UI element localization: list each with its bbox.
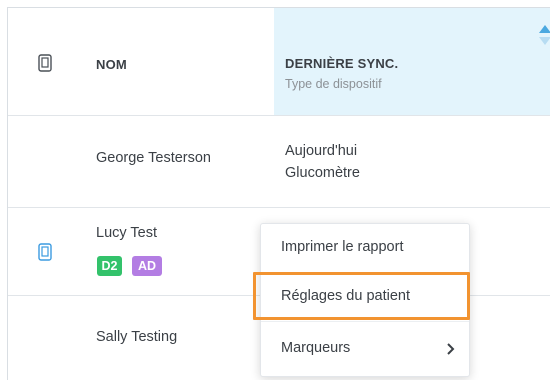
patient-name[interactable]: Sally Testing [96, 329, 177, 345]
row-divider [8, 207, 550, 208]
device-icon[interactable] [38, 54, 52, 72]
sort-arrows-icon[interactable] [539, 25, 550, 47]
menu-item-patient-settings[interactable]: Réglages du patient [261, 273, 469, 321]
menu-item-label: Réglages du patient [281, 288, 410, 304]
patient-name[interactable]: George Testerson [96, 150, 211, 166]
device-icon[interactable] [38, 243, 52, 261]
patient-name[interactable]: Lucy Test [96, 225, 157, 241]
column-header-name[interactable]: NOM [96, 57, 127, 72]
row-context-menu: Imprimer le rapport Réglages du patient … [260, 223, 470, 377]
badge-d2: D2 [97, 256, 122, 276]
menu-item-markers[interactable]: Marqueurs [261, 325, 469, 373]
device-type-value: Glucomètre [285, 165, 360, 181]
menu-divider [261, 321, 469, 322]
last-sync-value: Aujourd'hui [285, 143, 358, 159]
menu-item-print-report[interactable]: Imprimer le rapport [261, 224, 469, 272]
column-header-last-sync[interactable]: DERNIÈRE SYNC. [285, 56, 398, 71]
menu-item-label: Imprimer le rapport [281, 239, 404, 255]
badge-ad: AD [132, 256, 162, 276]
table-header: NOM DERNIÈRE SYNC. Type de dispositif [8, 8, 550, 116]
row-divider [8, 115, 550, 116]
patient-table: NOM DERNIÈRE SYNC. Type de dispositif Ge… [7, 7, 550, 380]
menu-item-label: Marqueurs [281, 340, 351, 356]
chevron-right-icon [447, 343, 455, 355]
column-header-device-type: Type de dispositif [285, 77, 382, 91]
